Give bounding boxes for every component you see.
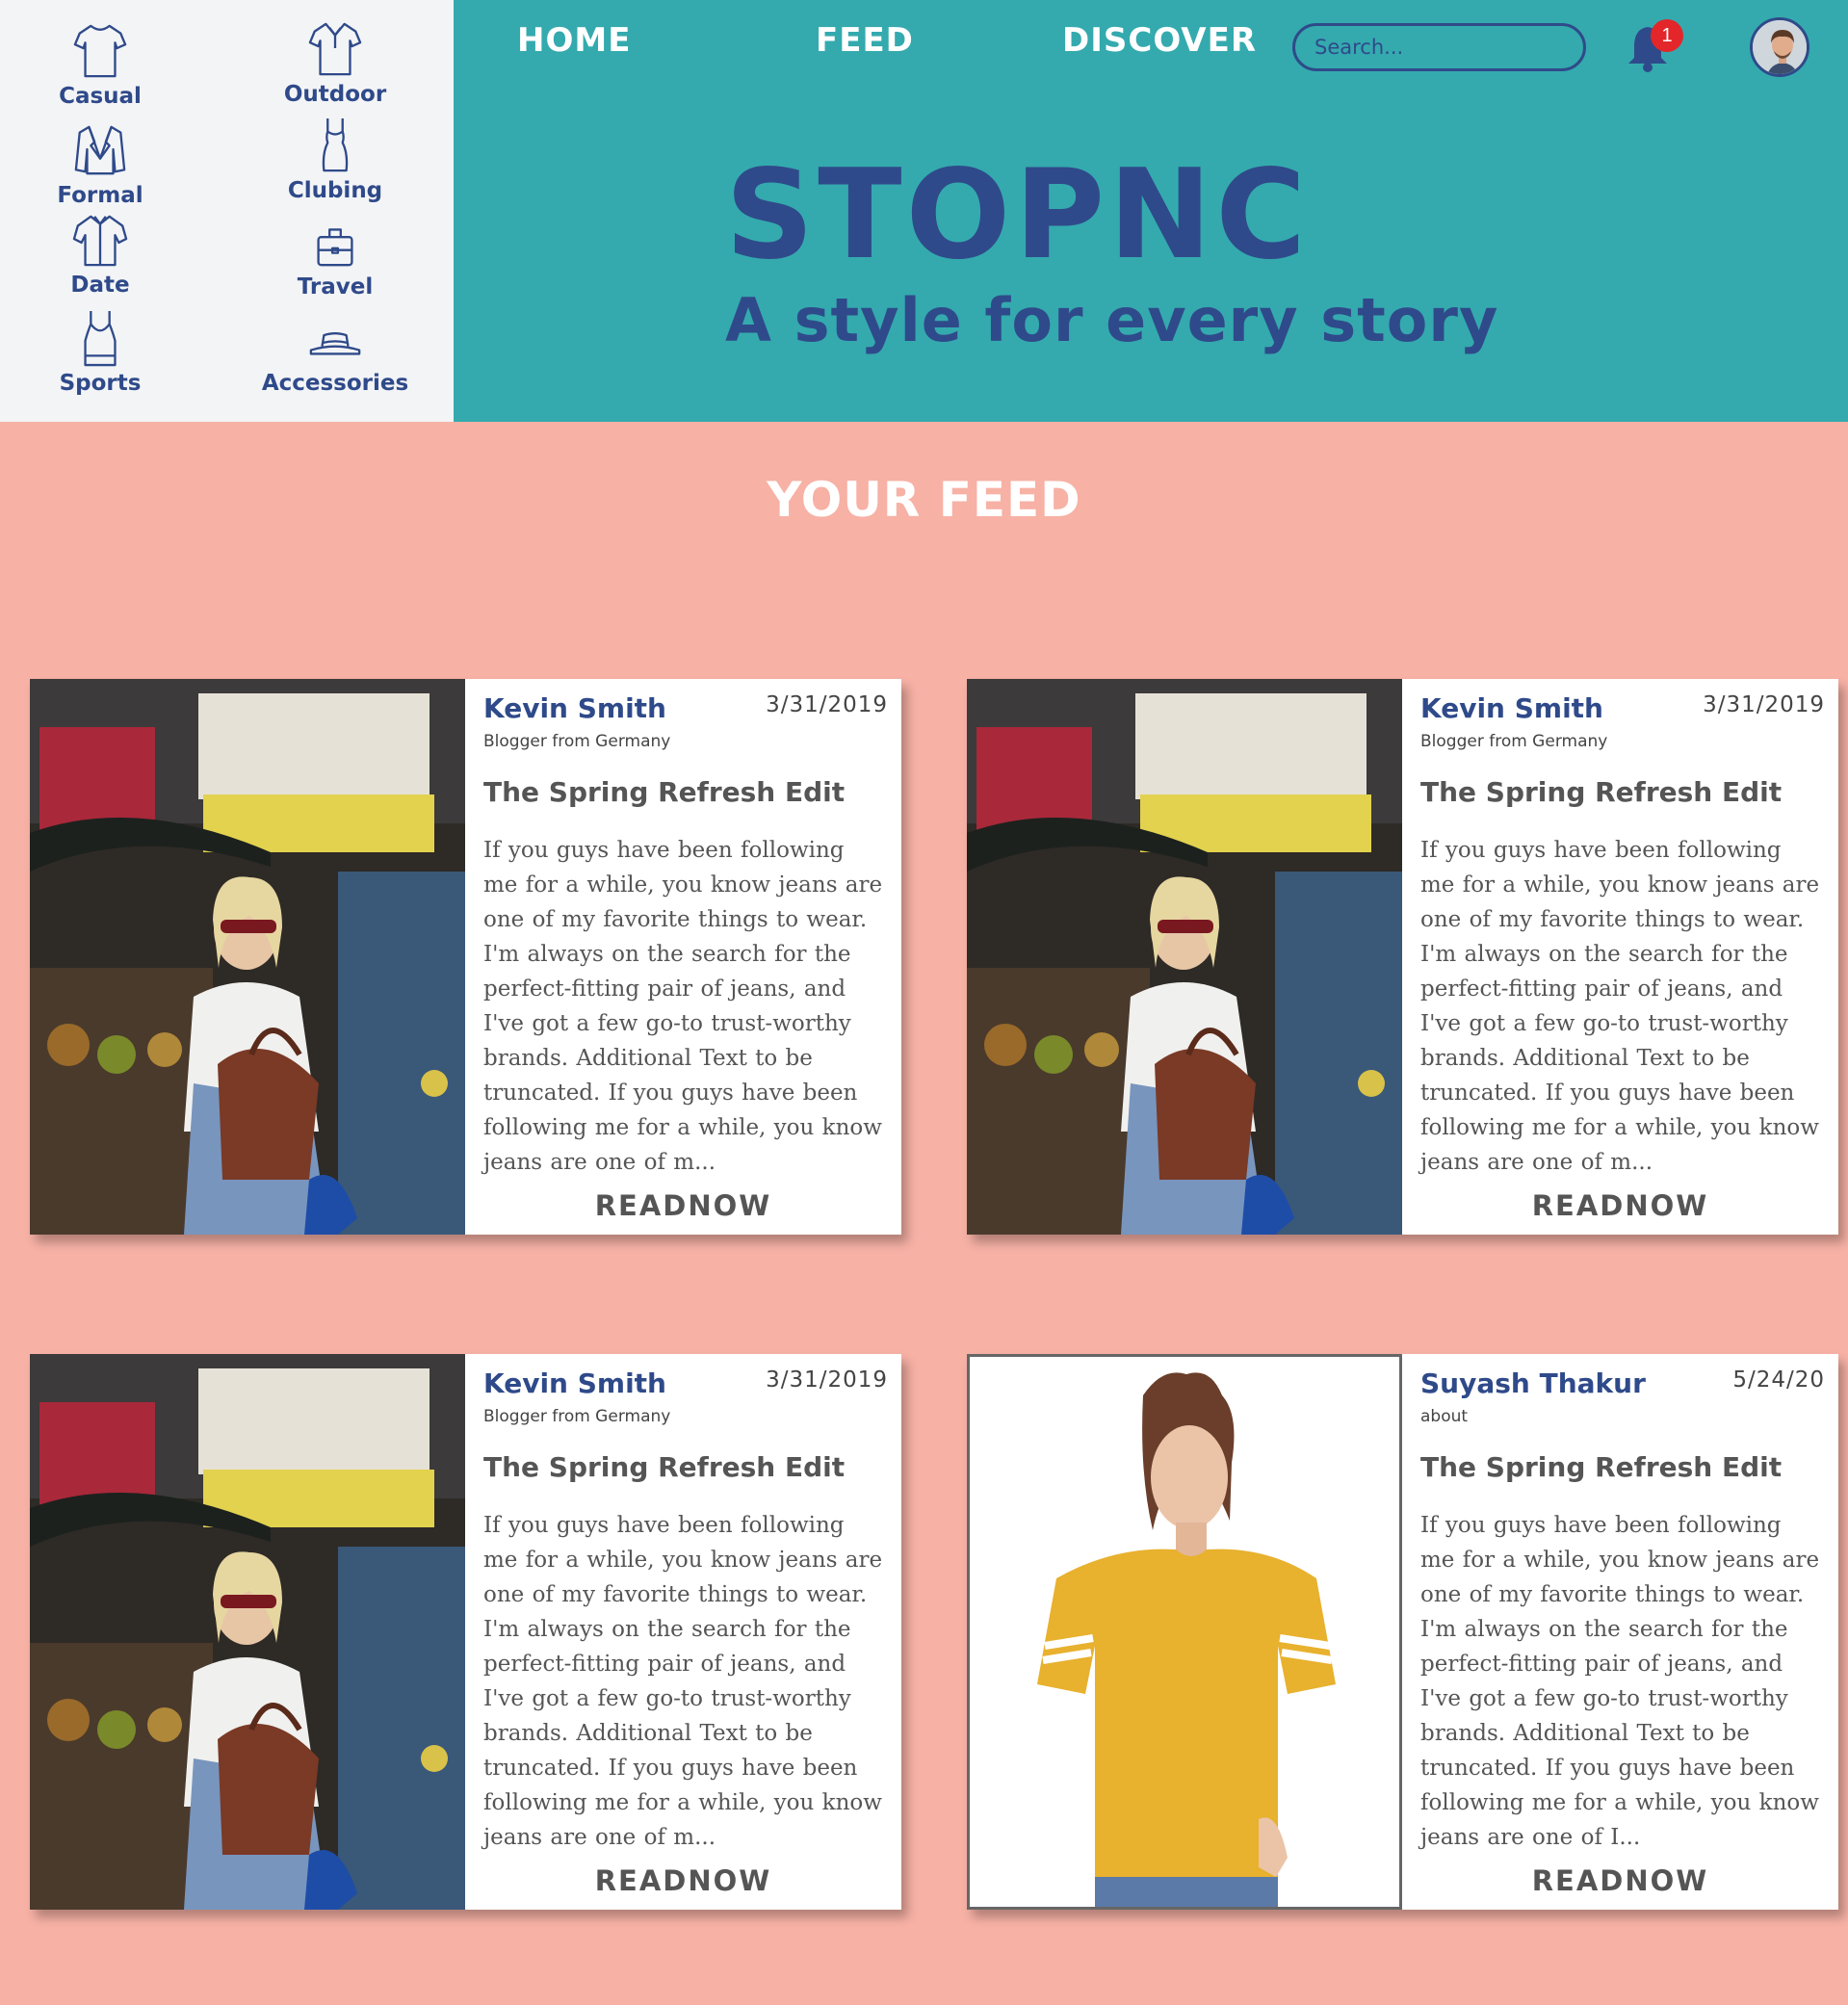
- photo-illustration: [967, 679, 1402, 1235]
- post-title[interactable]: The Spring Refresh Edit: [1420, 776, 1821, 808]
- category-formal[interactable]: Formal: [4, 120, 196, 208]
- post-date: 3/31/2019: [766, 1367, 888, 1393]
- post-title[interactable]: The Spring Refresh Edit: [483, 776, 884, 808]
- card-body: Kevin Smith 3/31/2019 Blogger from Germa…: [1402, 679, 1838, 1235]
- read-now-button[interactable]: READNOW: [465, 1864, 901, 1897]
- category-label: Outdoor: [283, 82, 387, 107]
- photo-illustration: [30, 1354, 465, 1910]
- card-body: Suyash Thakur 5/24/20 about The Spring R…: [1402, 1354, 1838, 1910]
- author-subtitle: Blogger from Germany: [1420, 732, 1608, 751]
- category-label: Clubing: [287, 178, 383, 203]
- category-travel[interactable]: Travel: [239, 212, 431, 299]
- header: HOME FEED DISCOVER 1 STOPNC A style for …: [454, 0, 1848, 422]
- read-now-button[interactable]: READNOW: [465, 1189, 901, 1222]
- read-now-button[interactable]: READNOW: [1402, 1189, 1838, 1222]
- feed-card: Kevin Smith 3/31/2019 Blogger from Germa…: [30, 679, 901, 1235]
- brand-tagline: A style for every story: [725, 285, 1499, 355]
- category-label: Casual: [59, 84, 142, 109]
- category-label: Travel: [297, 274, 374, 299]
- card-body: Kevin Smith 3/31/2019 Blogger from Germa…: [465, 679, 901, 1235]
- category-date[interactable]: Date: [4, 210, 196, 298]
- post-excerpt: If you guys have been following me for a…: [483, 838, 883, 1175]
- feed-title: YOUR FEED: [767, 472, 1081, 528]
- author-subtitle: about: [1420, 1407, 1469, 1426]
- street-market-woman-photo[interactable]: [30, 679, 465, 1235]
- category-label: Accessories: [261, 371, 409, 396]
- post-date: 3/31/2019: [1703, 692, 1825, 717]
- photo-illustration: [30, 679, 465, 1235]
- read-now-button[interactable]: READNOW: [1402, 1864, 1838, 1897]
- category-label: Sports: [59, 371, 142, 396]
- category-casual[interactable]: Casual: [4, 21, 196, 109]
- post-excerpt: If you guys have been following me for a…: [1420, 1513, 1820, 1850]
- search-box: [1292, 23, 1586, 71]
- hat-icon: [309, 332, 361, 355]
- nav-home[interactable]: HOME: [517, 21, 631, 60]
- search-input[interactable]: [1314, 36, 1565, 59]
- photo-illustration: [970, 1357, 1399, 1907]
- card-body: Kevin Smith 3/31/2019 Blogger from Germa…: [465, 1354, 901, 1910]
- feed-card: Suyash Thakur 5/24/20 about The Spring R…: [967, 1354, 1838, 1910]
- polo-shirt-icon: [308, 22, 362, 76]
- feed-card: Kevin Smith 3/31/2019 Blogger from Germa…: [30, 1354, 901, 1910]
- feed-card: Kevin Smith 3/31/2019 Blogger from Germa…: [967, 679, 1838, 1235]
- category-clubing[interactable]: Clubing: [239, 116, 431, 203]
- avatar[interactable]: [1750, 17, 1809, 77]
- street-market-woman-photo[interactable]: [30, 1354, 465, 1910]
- street-market-woman-photo[interactable]: [967, 679, 1402, 1235]
- suitcase-icon: [317, 228, 353, 267]
- category-outdoor[interactable]: Outdoor: [239, 19, 431, 107]
- nav-feed[interactable]: FEED: [816, 21, 914, 60]
- category-accessories[interactable]: Accessories: [239, 308, 431, 396]
- suit-jacket-icon: [74, 125, 126, 175]
- post-excerpt: If you guys have been following me for a…: [483, 1513, 883, 1850]
- category-sports[interactable]: Sports: [4, 308, 196, 396]
- author-subtitle: Blogger from Germany: [483, 732, 671, 751]
- post-date: 5/24/20: [1732, 1367, 1825, 1393]
- yellow-tshirt-model-photo[interactable]: [967, 1354, 1402, 1910]
- post-title[interactable]: The Spring Refresh Edit: [483, 1451, 884, 1483]
- post-excerpt: If you guys have been following me for a…: [1420, 838, 1820, 1175]
- category-label: Formal: [57, 183, 143, 208]
- user-avatar-icon: [1753, 20, 1807, 74]
- post-title[interactable]: The Spring Refresh Edit: [1420, 1451, 1821, 1483]
- shirt-icon: [72, 215, 128, 267]
- dress-icon: [322, 117, 349, 172]
- brand-title: STOPNC: [725, 143, 1311, 287]
- category-sidebar: Casual Outdoor Formal Clubing Date Trave…: [0, 0, 454, 422]
- post-date: 3/31/2019: [766, 692, 888, 717]
- notification-badge: 1: [1651, 19, 1683, 52]
- category-label: Date: [70, 273, 130, 298]
- author-subtitle: Blogger from Germany: [483, 1407, 671, 1426]
- tshirt-icon: [73, 24, 127, 78]
- tank-top-icon: [84, 310, 117, 367]
- nav-discover[interactable]: DISCOVER: [1062, 21, 1257, 60]
